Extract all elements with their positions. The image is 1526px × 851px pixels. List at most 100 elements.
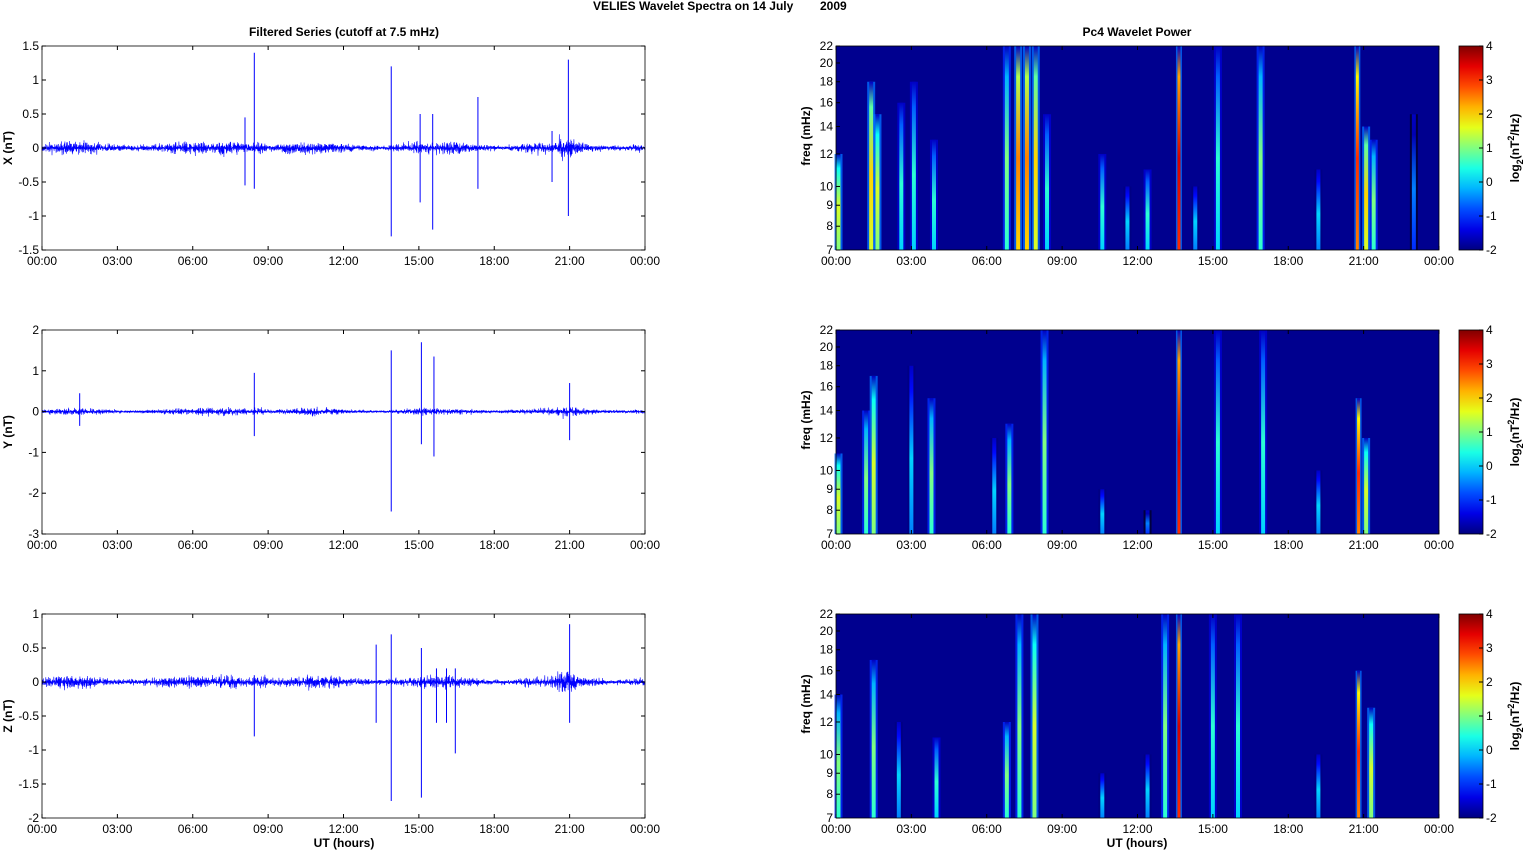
x-tick-label: 18:00 bbox=[479, 822, 509, 836]
y-tick-label: 22 bbox=[820, 323, 834, 337]
power-burst bbox=[1145, 169, 1150, 250]
x-tick-label: 15:00 bbox=[404, 254, 434, 268]
x-tick-label: 09:00 bbox=[253, 538, 283, 552]
x-tick-label: 12:00 bbox=[1122, 538, 1152, 552]
power-burst bbox=[1355, 46, 1359, 250]
colorbar-tick-label: 2 bbox=[1486, 107, 1493, 121]
power-burst bbox=[1177, 614, 1181, 818]
power-burst bbox=[1215, 46, 1220, 250]
x-tick-label: 21:00 bbox=[555, 538, 585, 552]
x-tick-label: 03:00 bbox=[102, 538, 132, 552]
power-burst bbox=[836, 453, 841, 534]
y-tick-label: -2 bbox=[28, 486, 39, 500]
x-tick-label: 09:00 bbox=[1047, 254, 1077, 268]
x-tick-label: 00:00 bbox=[27, 538, 57, 552]
power-burst bbox=[931, 139, 936, 250]
y-tick-label: 12 bbox=[820, 147, 834, 161]
power-burst bbox=[1193, 186, 1198, 250]
power-burst bbox=[1371, 139, 1376, 250]
power-burst bbox=[1316, 754, 1321, 818]
y-tick-label: 1 bbox=[32, 607, 39, 621]
x-tick-label: 06:00 bbox=[972, 822, 1002, 836]
y-tick-label: 10 bbox=[820, 463, 834, 477]
power-burst bbox=[1258, 46, 1263, 250]
power-burst bbox=[1004, 46, 1009, 250]
x-tick-label: 03:00 bbox=[102, 822, 132, 836]
y-tick-label: 8 bbox=[826, 787, 833, 801]
colorbar-tick-label: 2 bbox=[1486, 675, 1493, 689]
x-tick-label: 06:00 bbox=[972, 254, 1002, 268]
power-burst bbox=[1357, 398, 1361, 534]
colorbar-tick-label: 3 bbox=[1486, 357, 1493, 371]
y-tick-label: 22 bbox=[820, 607, 834, 621]
colorbar-label: log2(nT2/Hz) bbox=[1506, 398, 1525, 467]
power-burst bbox=[869, 81, 874, 250]
x-tick-label: 06:00 bbox=[178, 538, 208, 552]
y-tick-label: 0.5 bbox=[22, 641, 39, 655]
x-tick-label: 12:00 bbox=[328, 538, 358, 552]
figure-title: VELIES Wavelet Spectra on 14 July bbox=[593, 0, 794, 13]
power-burst bbox=[1024, 46, 1029, 250]
power-burst bbox=[896, 721, 901, 818]
y-tick-label: 0 bbox=[32, 405, 39, 419]
x-tick-label: 15:00 bbox=[1198, 538, 1228, 552]
colorbar-tick-label: 0 bbox=[1486, 459, 1493, 473]
x-tick-label: 06:00 bbox=[178, 254, 208, 268]
colorbar-tick-label: -2 bbox=[1486, 243, 1497, 257]
spectrogram-panel-z: 7891012141618202200:00 03:00 06:00 09:00 12:… bbox=[799, 607, 1525, 836]
x-tick-label: 15:00 bbox=[404, 538, 434, 552]
y-tick-label: 20 bbox=[820, 340, 834, 354]
x-tick-label: 00:00 bbox=[27, 822, 57, 836]
power-burst bbox=[871, 375, 876, 534]
y-tick-label: 8 bbox=[826, 503, 833, 517]
x-tick-label: 15:00 bbox=[404, 822, 434, 836]
power-burst bbox=[1236, 614, 1240, 818]
colorbar-label: log2(nT2/Hz) bbox=[1506, 114, 1525, 183]
colorbar-tick-label: 3 bbox=[1486, 73, 1493, 87]
x-tick-label: 09:00 bbox=[1047, 538, 1077, 552]
left-xlabel: UT (hours) bbox=[314, 836, 375, 850]
y-tick-label: 20 bbox=[820, 624, 834, 638]
power-burst bbox=[1032, 614, 1037, 818]
power-burst bbox=[836, 694, 841, 818]
timeseries-panel-x: -1.5-1-0.500.511.500:00 03:00 06:00 09:00 12… bbox=[1, 39, 660, 268]
colorbar-tick-label: 0 bbox=[1486, 175, 1493, 189]
spectrogram-panel-y: 7891012141618202200:00 03:00 06:00 09:00 12:… bbox=[799, 323, 1525, 552]
x-tick-label: 03:00 bbox=[102, 254, 132, 268]
power-burst bbox=[1357, 670, 1361, 818]
y-tick-label: 16 bbox=[820, 96, 834, 110]
power-burst bbox=[1100, 489, 1105, 534]
x-tick-label: 21:00 bbox=[555, 254, 585, 268]
power-burst bbox=[1145, 510, 1150, 534]
y-tick-label: 18 bbox=[820, 75, 834, 89]
spectrogram-panel-x: 7891012141618202200:00 03:00 06:00 09:00 12:… bbox=[799, 39, 1525, 268]
x-tick-label: 18:00 bbox=[1273, 254, 1303, 268]
power-burst bbox=[1042, 330, 1047, 534]
x-tick-label: 18:00 bbox=[479, 538, 509, 552]
x-tick-label: 00:00 bbox=[630, 538, 660, 552]
power-burst bbox=[1210, 614, 1215, 818]
x-tick-label: 18:00 bbox=[1273, 822, 1303, 836]
power-burst bbox=[1215, 330, 1220, 534]
spectrogram-background bbox=[836, 330, 1439, 534]
left-column-title: Filtered Series (cutoff at 7.5 mHz) bbox=[249, 25, 439, 39]
colorbar-tick-label: -2 bbox=[1486, 527, 1497, 541]
y-tick-label: 14 bbox=[820, 404, 834, 418]
timeseries-panel-y: -3-2-101200:00 03:00 06:00 09:00 12:00 15:00 1… bbox=[1, 323, 660, 552]
power-burst bbox=[1261, 330, 1266, 534]
power-burst bbox=[934, 737, 939, 818]
x-tick-label: 12:00 bbox=[328, 822, 358, 836]
colorbar-tick-label: 2 bbox=[1486, 391, 1493, 405]
x-tick-label: 12:00 bbox=[1122, 822, 1152, 836]
y-tick-label: 1 bbox=[32, 364, 39, 378]
timeseries-panel-z: -2-1.5-1-0.500.5100:00 03:00 06:00 09:00 12:… bbox=[1, 607, 660, 836]
figure: VELIES Wavelet Spectra on 14 July 2009 F… bbox=[1, 0, 1525, 850]
x-tick-label: 09:00 bbox=[1047, 822, 1077, 836]
x-tick-label: 21:00 bbox=[555, 822, 585, 836]
y-tick-label: 22 bbox=[820, 39, 834, 53]
y-tick-label: 12 bbox=[820, 715, 834, 729]
y-axis-label: X (nT) bbox=[1, 131, 15, 165]
y-tick-label: 0 bbox=[32, 675, 39, 689]
x-tick-label: 06:00 bbox=[178, 822, 208, 836]
power-burst bbox=[1316, 169, 1321, 250]
